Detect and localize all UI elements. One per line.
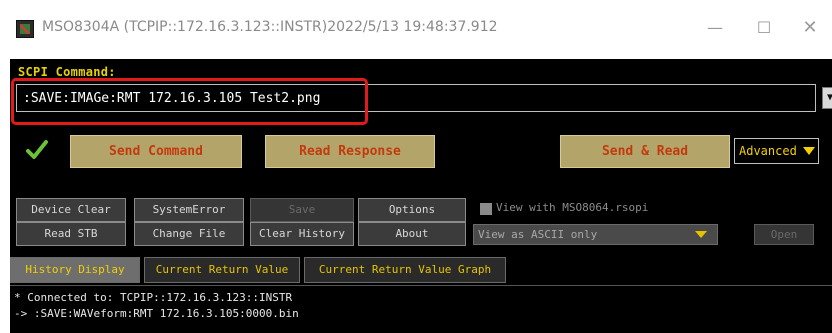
options-button[interactable]: Options — [358, 198, 466, 222]
minimize-button[interactable]: — — [695, 14, 735, 42]
tab-current-return-value[interactable]: Current Return Value — [144, 257, 300, 283]
view-as-value: View as ASCII only — [478, 228, 598, 241]
advanced-label: Advanced — [739, 144, 797, 158]
chevron-down-icon — [803, 147, 815, 155]
chevron-down-icon — [695, 231, 707, 238]
read-response-button[interactable]: Read Response — [265, 135, 435, 168]
read-stb-button[interactable]: Read STB — [16, 222, 126, 246]
open-button[interactable]: Open — [754, 224, 814, 245]
window-title: MSO8304A (TCPIP::172.16.3.123::INSTR)202… — [42, 19, 498, 35]
main-panel: SCPI Command: :SAVE:IMAGe:RMT 172.16.3.1… — [10, 59, 832, 333]
view-with-checkbox[interactable] — [480, 203, 492, 215]
tab-current-return-value-graph[interactable]: Current Return Value Graph — [304, 257, 506, 283]
change-file-button[interactable]: Change File — [134, 222, 244, 246]
clear-history-button[interactable]: Clear History — [250, 222, 354, 246]
console-line: -> :SAVE:WAVeform:RMT 172.16.3.105:0000.… — [14, 307, 299, 320]
system-error-button[interactable]: SystemError — [134, 198, 244, 222]
advanced-dropdown[interactable]: Advanced — [734, 138, 819, 164]
command-history-dropdown[interactable]: ▼ — [822, 87, 832, 109]
history-console: * Connected to: TCPIP::172.16.3.123::INS… — [10, 285, 832, 333]
check-icon — [26, 140, 48, 159]
about-button[interactable]: About — [358, 222, 466, 246]
send-command-button[interactable]: Send Command — [70, 135, 242, 168]
save-button[interactable]: Save — [250, 198, 354, 222]
console-line: * Connected to: TCPIP::172.16.3.123::INS… — [14, 291, 293, 304]
view-with-label: View with MSO8064.rsopi — [496, 201, 649, 214]
close-button[interactable]: ✕ — [790, 14, 830, 42]
title-bar: MSO8304A (TCPIP::172.16.3.123::INSTR)202… — [0, 0, 832, 58]
device-clear-button[interactable]: Device Clear — [16, 198, 126, 222]
maximize-button[interactable]: ☐ — [744, 14, 784, 42]
send-and-read-button[interactable]: Send & Read — [560, 135, 730, 168]
scpi-command-input[interactable]: :SAVE:IMAGe:RMT 172.16.3.105 Test2.png — [16, 84, 816, 112]
app-icon — [16, 20, 34, 38]
view-as-dropdown[interactable]: View as ASCII only — [473, 224, 718, 245]
tab-history-display[interactable]: History Display — [10, 257, 140, 283]
scpi-command-label: SCPI Command: — [18, 65, 116, 79]
